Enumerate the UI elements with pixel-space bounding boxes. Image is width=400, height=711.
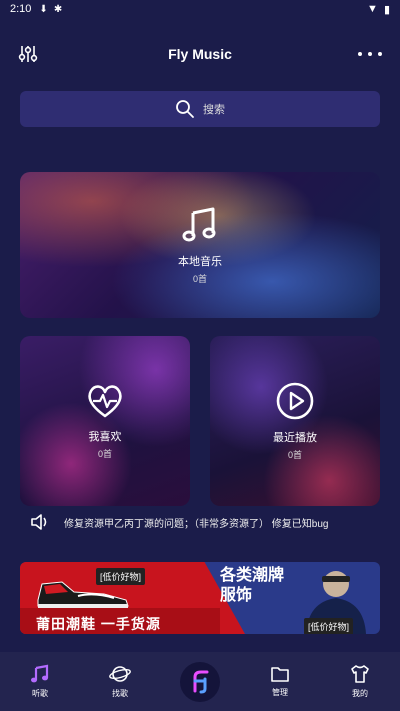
recent-played-card[interactable]: 最近播放 0首 <box>210 336 380 506</box>
ad-tag-right: [低价好物] <box>304 618 354 634</box>
bug-icon: ✱ <box>53 3 63 15</box>
equalizer-button[interactable] <box>18 44 38 64</box>
search-bar[interactable]: 搜索 <box>20 91 380 127</box>
more-dot-icon <box>378 52 382 56</box>
more-dot-icon <box>368 52 372 56</box>
center-player-button[interactable] <box>180 661 220 702</box>
wifi-icon: ▼ <box>367 3 378 15</box>
ad-title-right-line2: 服饰 <box>220 587 253 604</box>
tab-center-player[interactable] <box>160 652 240 711</box>
fly-logo-icon <box>193 670 209 693</box>
tab-manage[interactable]: 管理 <box>240 652 320 711</box>
music-note-icon <box>182 207 216 242</box>
recent-played-label: 最近播放 <box>273 432 317 444</box>
ad-slogan-left: 莆田潮鞋 一手货源 <box>36 616 161 632</box>
play-circle-icon <box>276 382 314 420</box>
planet-icon <box>109 666 131 682</box>
music-note-icon <box>31 664 49 683</box>
folder-icon <box>271 667 289 682</box>
favorites-card[interactable]: 我喜欢 0首 <box>20 336 190 506</box>
heart-pulse-icon <box>88 385 122 418</box>
favorites-label: 我喜欢 <box>88 431 122 443</box>
app-header: Fly Music <box>0 36 400 72</box>
ad-title-right-line1: 各类潮牌 <box>220 567 285 584</box>
more-button[interactable] <box>358 44 382 64</box>
battery-icon: ▮ <box>383 3 390 16</box>
ad-tag-left: [低价好物] <box>96 568 146 585</box>
search-placeholder: 搜索 <box>203 104 225 116</box>
tab-mine-label: 我的 <box>352 689 368 698</box>
tab-mine[interactable]: 我的 <box>320 652 400 711</box>
tab-find[interactable]: 找歌 <box>80 652 160 711</box>
shirt-icon <box>351 665 369 683</box>
bottom-tab-bar: 听歌 找歌 管理 我的 <box>0 652 400 711</box>
notice-text: 修复资源甲乙丙丁源的问题；（非常多资源了） 修复已知bug <box>64 518 329 530</box>
status-time: 2:10 <box>10 3 32 15</box>
local-music-label: 本地音乐 <box>178 256 222 268</box>
notice-bar[interactable]: 修复资源甲乙丙丁源的问题；（非常多资源了） 修复已知bug <box>30 511 380 533</box>
search-icon <box>176 100 194 118</box>
app-title: Fly Music <box>168 46 232 62</box>
recent-played-count: 0首 <box>287 450 302 460</box>
more-dot-icon <box>358 52 362 56</box>
download-icon: ⬇ <box>39 3 48 15</box>
status-bar: 2:10 ⬇ ✱ ▼ ▮ <box>0 0 400 18</box>
tab-listen-label: 听歌 <box>32 689 48 698</box>
ad-banner[interactable]: [低价好物] 莆田潮鞋 一手货源 各类潮牌 服饰 [低价好物] <box>20 562 380 634</box>
local-music-card[interactable]: 本地音乐 0首 <box>20 172 380 318</box>
equalizer-icon <box>18 46 38 62</box>
tab-manage-label: 管理 <box>272 688 288 697</box>
speaker-icon <box>31 514 47 530</box>
tab-find-label: 找歌 <box>112 689 128 698</box>
favorites-count: 0首 <box>97 449 112 459</box>
ad-title-right: 各类潮牌 服饰 <box>220 566 284 606</box>
local-music-count: 0首 <box>192 274 207 284</box>
tab-listen[interactable]: 听歌 <box>0 652 80 711</box>
